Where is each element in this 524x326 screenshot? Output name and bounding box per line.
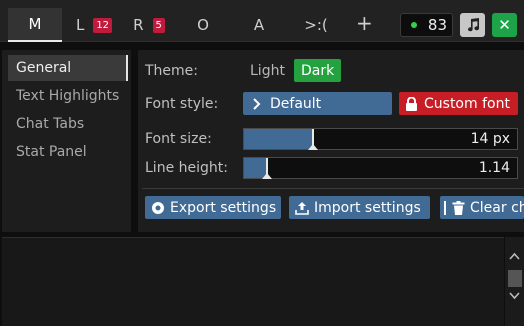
tab-angry[interactable]: >:( [296,8,336,42]
sidebar-item-text-highlights[interactable]: Text Highlights [8,83,128,109]
online-status-dot [411,22,417,28]
tab-o[interactable]: O [186,8,220,42]
clear-chat-label: Clear ch [470,199,524,216]
clear-chat-button[interactable]: Clear ch [440,196,524,219]
settings-panel: Theme: Light Dark Font style: Default Cu… [138,50,524,232]
scrollbar[interactable] [505,237,524,326]
custom-font-button[interactable]: Custom font [399,92,518,115]
tab-a[interactable]: A [242,8,276,42]
unread-badge: 12 [93,17,113,33]
slider-thumb[interactable] [261,158,272,179]
tab-label: O [197,16,209,34]
custom-font-label: Custom font [424,95,510,112]
chevron-down-icon[interactable] [509,292,520,300]
font-size-value: 14 px [470,131,510,147]
export-settings-button[interactable]: Export settings [145,196,281,219]
settings-sidebar: General Text Highlights Chat Tabs Stat P… [2,50,131,232]
font-size-slider[interactable]: 14 px [243,128,518,150]
line-height-value: 1.14 [478,160,510,176]
export-settings-label: Export settings [170,199,277,216]
font-style-default-button[interactable]: Default [243,92,392,115]
font-style-default-label: Default [270,95,322,112]
tab-m[interactable]: M [8,8,62,42]
slider-fill [244,129,313,149]
import-settings-button[interactable]: Import settings [289,196,430,219]
line-height-slider[interactable]: 1.14 [243,157,518,179]
import-settings-label: Import settings [314,199,421,216]
font-size-label: Font size: [145,131,212,147]
line-height-label: Line height: [145,160,228,176]
upload-icon [295,201,309,215]
sidebar-item-general[interactable]: General [8,55,128,81]
online-count-value: 83 [427,16,447,34]
chevron-right-icon [253,97,261,110]
music-note-icon [467,18,479,32]
sidebar-item-label: Chat Tabs [16,116,85,132]
add-tab-button[interactable]: + [356,11,373,35]
theme-label: Theme: [145,63,199,79]
theme-light-option[interactable]: Light [250,63,285,79]
theme-dark-option[interactable]: Dark [294,59,342,82]
sidebar-item-label: Text Highlights [16,88,120,104]
close-icon: ✕ [498,16,511,34]
scrollbar-thumb[interactable] [508,270,522,287]
tab-label: M [28,15,42,33]
tab-l[interactable]: L 12 [74,8,114,42]
sidebar-item-chat-tabs[interactable]: Chat Tabs [8,111,128,137]
online-count: 83 [400,13,453,37]
lock-icon [406,96,417,111]
divider [142,188,524,189]
sidebar-item-label: Stat Panel [16,144,87,160]
export-icon [152,201,164,214]
tab-label: A [253,16,265,34]
sidebar-item-label: General [16,60,72,76]
slider-thumb[interactable] [308,129,319,150]
tab-label: >:( [304,16,328,34]
font-style-label: Font style: [145,96,219,112]
unread-badge: 5 [152,17,165,33]
chevron-up-icon[interactable] [509,252,520,260]
tab-label: L [75,16,85,34]
tab-r[interactable]: R 5 [129,8,169,42]
sidebar-item-stat-panel[interactable]: Stat Panel [8,139,128,165]
trash-icon [452,200,465,215]
close-button[interactable]: ✕ [492,13,517,37]
tab-label: R [133,16,144,34]
chat-log[interactable] [2,237,504,326]
tab-bar: M L 12 R 5 O A >:( + 83 ✕ [0,0,524,42]
music-button[interactable] [460,13,485,37]
